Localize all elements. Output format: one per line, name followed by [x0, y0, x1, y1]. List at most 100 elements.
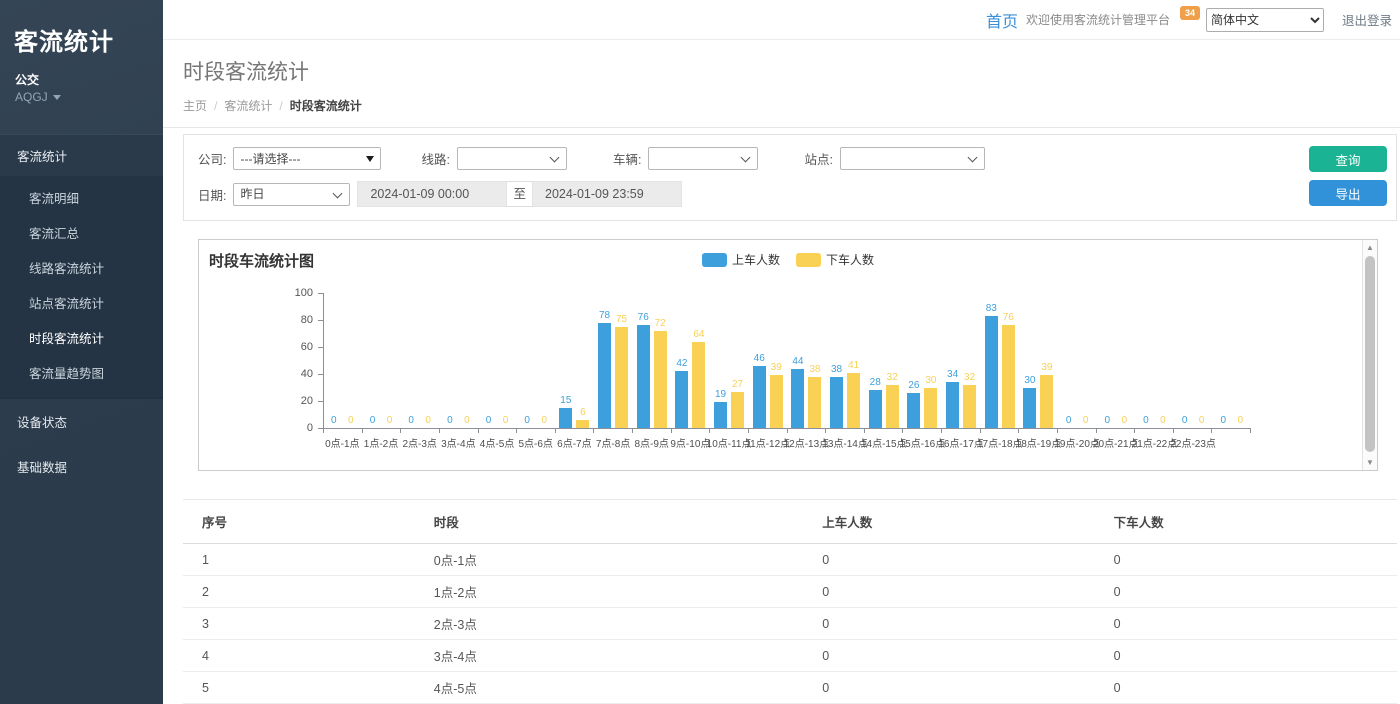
- bar[interactable]: [1040, 375, 1053, 428]
- line-select[interactable]: [457, 147, 567, 170]
- sidebar-item-link[interactable]: 客流汇总: [0, 215, 163, 250]
- x-axis-tick-label: 1点-2点: [362, 435, 401, 450]
- page-heading: 时段客流统计 主页 / 客流统计 / 时段客流统计: [163, 40, 1400, 128]
- table-panel: 序号 时段 上车人数 下车人数 10点-1点0021点-2点0032点-3点00…: [183, 499, 1397, 704]
- legend-item[interactable]: 上车人数: [702, 251, 780, 268]
- bar-value-label: 0: [541, 415, 547, 427]
- bar[interactable]: [559, 408, 572, 428]
- org-code-dropdown[interactable]: AQGJ: [0, 90, 163, 122]
- x-axis-tick: [556, 429, 595, 433]
- x-axis-tick-label: 5点-6点: [516, 435, 555, 450]
- bar-column: 78: [598, 310, 611, 428]
- bar[interactable]: [692, 342, 705, 428]
- language-select[interactable]: 简体中文: [1206, 8, 1324, 32]
- bar-column: 72: [654, 318, 667, 428]
- bar-column: 32: [886, 372, 899, 428]
- search-button[interactable]: 查询: [1309, 146, 1387, 172]
- chart-scrollbar[interactable]: ▲ ▼: [1362, 240, 1377, 470]
- bar-value-label: 27: [732, 379, 743, 391]
- submenu-passenger-stats: 客流明细客流汇总线路客流统计站点客流统计时段客流统计客流量趋势图: [0, 176, 163, 398]
- company-select[interactable]: ---请选择---: [233, 147, 381, 170]
- x-axis-tick-label: 21点-22点: [1135, 435, 1174, 450]
- bar[interactable]: [985, 316, 998, 428]
- bar[interactable]: [637, 325, 650, 428]
- bar[interactable]: [731, 392, 744, 428]
- bar-value-label: 42: [676, 358, 687, 370]
- bar[interactable]: [869, 390, 882, 428]
- x-axis-tick: [479, 429, 518, 433]
- bar[interactable]: [770, 375, 783, 428]
- bar-value-label: 0: [1143, 415, 1149, 427]
- bar[interactable]: [963, 385, 976, 428]
- bar-value-label: 0: [1121, 415, 1127, 427]
- bar[interactable]: [791, 369, 804, 428]
- chart-panel: 时段车流统计图 上车人数下车人数 02040608010000000000000…: [198, 239, 1378, 471]
- sidebar: 客流统计 公交 AQGJ 客流统计 客流明细客流汇总线路客流统计站点客流统计时段…: [0, 0, 163, 704]
- bar[interactable]: [675, 371, 688, 428]
- legend-item[interactable]: 下车人数: [796, 251, 874, 268]
- bar[interactable]: [847, 373, 860, 428]
- x-axis-tick-label: 17点-18点: [980, 435, 1019, 450]
- scrollbar-thumb[interactable]: [1365, 256, 1375, 452]
- bar-column: 39: [770, 362, 783, 428]
- bar[interactable]: [598, 323, 611, 428]
- sidebar-item-current[interactable]: 时段客流统计: [0, 320, 163, 355]
- sidebar-item-link[interactable]: 线路客流统计: [0, 250, 163, 285]
- bar[interactable]: [1023, 388, 1036, 429]
- scroll-down-icon[interactable]: ▼: [1363, 458, 1377, 467]
- bar-group: 00: [1135, 293, 1174, 428]
- bar[interactable]: [886, 385, 899, 428]
- y-axis-tick-label: 100: [279, 287, 313, 299]
- bar[interactable]: [830, 377, 843, 428]
- notification-badge[interactable]: 34: [1180, 6, 1200, 20]
- table-row: 54点-5点00: [183, 672, 1397, 704]
- bar-column: 30: [1023, 375, 1036, 429]
- bar-value-label: 0: [486, 415, 492, 427]
- bar[interactable]: [946, 382, 959, 428]
- x-axis-tick: [672, 429, 711, 433]
- bar-group: 3432: [942, 293, 981, 428]
- bar[interactable]: [654, 331, 667, 428]
- bar[interactable]: [808, 377, 821, 428]
- sidebar-menu: 客流统计 客流明细客流汇总线路客流统计站点客流统计时段客流统计客流量趋势图 设备…: [0, 134, 163, 489]
- bar-value-label: 0: [387, 415, 393, 427]
- sidebar-item-link[interactable]: 站点客流统计: [0, 285, 163, 320]
- export-button[interactable]: 导出: [1309, 180, 1387, 206]
- end-datetime-input[interactable]: 2024-01-09 23:59: [532, 181, 682, 207]
- breadcrumb-home[interactable]: 主页: [183, 97, 207, 114]
- bar[interactable]: [615, 327, 628, 428]
- org-code-label: AQGJ: [15, 90, 48, 104]
- bar-value-label: 0: [1238, 415, 1244, 427]
- sidebar-item-passenger-stats[interactable]: 客流统计: [0, 135, 163, 176]
- bar[interactable]: [907, 393, 920, 428]
- bar-groups: 0000000000001567875767242641927463944383…: [323, 293, 1251, 428]
- bar-group: 00: [323, 293, 362, 428]
- y-axis-tick-label: 80: [279, 314, 313, 326]
- table-cell: 0: [814, 672, 1105, 704]
- logout-link[interactable]: 退出登录: [1342, 10, 1392, 29]
- start-datetime-input[interactable]: 2024-01-09 00:00: [357, 181, 507, 207]
- bar[interactable]: [753, 366, 766, 428]
- sidebar-item-link[interactable]: 客流量趋势图: [0, 355, 163, 390]
- table-row: 43点-4点00: [183, 640, 1397, 672]
- menu-section-passenger-stats: 客流统计 客流明细客流汇总线路客流统计站点客流统计时段客流统计客流量趋势图: [0, 134, 163, 399]
- bar[interactable]: [714, 402, 727, 428]
- bar[interactable]: [1002, 325, 1015, 428]
- menu-top-items: 设备状态基础数据: [0, 399, 163, 489]
- bar[interactable]: [576, 420, 589, 428]
- vehicle-select[interactable]: [648, 147, 758, 170]
- home-link[interactable]: 首页: [986, 8, 1018, 32]
- bar-value-label: 0: [1104, 415, 1110, 427]
- station-select[interactable]: [840, 147, 985, 170]
- sidebar-item-link[interactable]: 客流明细: [0, 180, 163, 215]
- table-cell: 3点-4点: [426, 640, 814, 672]
- scroll-up-icon[interactable]: ▲: [1363, 243, 1377, 252]
- sidebar-item-top[interactable]: 设备状态: [0, 399, 163, 444]
- bar-column: 76: [1002, 312, 1015, 428]
- date-range-select[interactable]: 昨日: [233, 183, 350, 206]
- sidebar-item-top[interactable]: 基础数据: [0, 444, 163, 489]
- bar[interactable]: [924, 388, 937, 429]
- breadcrumb-passenger-stats[interactable]: 客流统计: [224, 97, 272, 114]
- table-cell: 1: [183, 544, 426, 576]
- bar-value-label: 30: [925, 375, 936, 387]
